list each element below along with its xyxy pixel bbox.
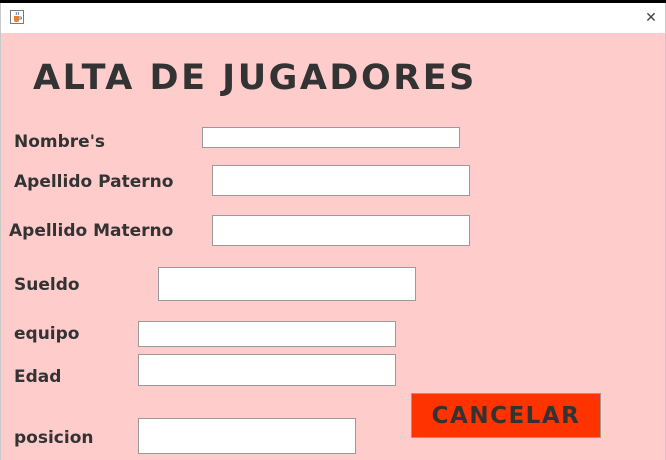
apellido-paterno-label: Apellido Paterno — [14, 172, 174, 192]
sueldo-label: Sueldo — [14, 275, 80, 295]
close-icon: ✕ — [645, 10, 657, 26]
cancel-button-label: CANCELAR — [431, 402, 581, 429]
equipo-label: equipo — [14, 324, 80, 344]
posicion-label: posicion — [14, 428, 94, 448]
edad-field[interactable] — [138, 354, 396, 386]
form-panel: ALTA DE JUGADORES Nombre's Apellido Pate… — [1, 33, 665, 460]
posicion-field[interactable] — [138, 418, 356, 454]
app-window: ✕ ALTA DE JUGADORES Nombre's Apellido Pa… — [0, 3, 666, 460]
cancel-button[interactable]: CANCELAR — [411, 393, 601, 438]
close-button[interactable]: ✕ — [637, 3, 665, 33]
java-cup-icon — [10, 10, 24, 24]
apellido-materno-label: Apellido Materno — [9, 221, 174, 241]
sueldo-field[interactable] — [158, 267, 416, 301]
page-title: ALTA DE JUGADORES — [33, 58, 477, 98]
title-bar[interactable]: ✕ — [1, 3, 665, 33]
nombres-label: Nombre's — [14, 132, 106, 152]
edad-label: Edad — [14, 367, 62, 387]
apellido-materno-field[interactable] — [212, 215, 470, 246]
equipo-field[interactable] — [138, 321, 396, 347]
nombres-field[interactable] — [202, 127, 460, 148]
apellido-paterno-field[interactable] — [212, 165, 470, 196]
